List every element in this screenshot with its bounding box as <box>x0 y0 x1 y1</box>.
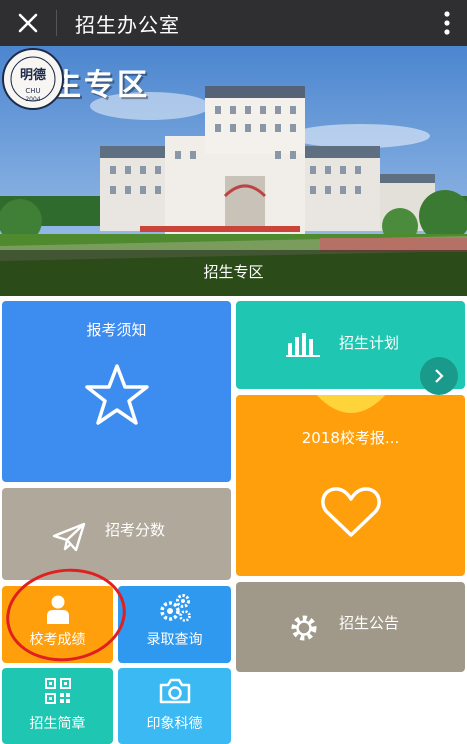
tile-admission-query[interactable]: 录取查询 <box>118 586 231 663</box>
tile-exam-notice-label: 报考须知 <box>86 321 147 339</box>
close-icon <box>18 13 38 33</box>
sun-decoration <box>316 395 386 413</box>
tile-impression-label: 印象科德 <box>146 716 203 732</box>
bar-chart-icon <box>286 333 320 357</box>
tile-score-line[interactable]: 招考分数 <box>2 488 231 580</box>
page-title: 招生办公室 <box>75 12 180 37</box>
more-button[interactable] <box>427 0 467 46</box>
tile-brochure[interactable]: 招生简章 <box>2 668 113 744</box>
qr-code-icon <box>45 678 71 704</box>
gear-icon <box>291 615 317 641</box>
close-button[interactable] <box>0 0 56 46</box>
heart-icon <box>321 487 381 537</box>
tile-announcement[interactable]: 招生公告 <box>236 582 465 672</box>
school-seal-logo: 明德 CHU 2004 <box>2 48 64 110</box>
banner-caption: 招生专区 <box>203 263 264 281</box>
tile-enroll-plan-label: 招生计划 <box>339 334 400 352</box>
gears-icon <box>160 594 191 622</box>
tile-score-line-label: 招考分数 <box>105 521 166 539</box>
top-bar: 招生办公室 <box>0 0 467 46</box>
tile-impression[interactable]: 印象科德 <box>118 668 231 744</box>
paper-plane-icon <box>52 522 86 552</box>
tile-brochure-label: 招生简章 <box>29 716 86 732</box>
more-vertical-icon <box>444 11 450 35</box>
tile-announcement-label: 招生公告 <box>339 614 400 632</box>
tile-exam-report[interactable]: 2018校考报... <box>236 395 465 576</box>
star-icon <box>85 364 149 425</box>
tile-exam-notice[interactable]: 报考须知 <box>2 301 231 482</box>
chevron-right-icon <box>435 369 444 383</box>
svg-text:CHU: CHU <box>25 87 40 95</box>
tile-exam-report-label: 2018校考报... <box>301 429 400 447</box>
camera-icon <box>159 678 191 704</box>
svg-text:明德: 明德 <box>20 67 46 83</box>
next-button[interactable] <box>420 357 458 395</box>
tile-admission-query-label: 录取查询 <box>146 632 203 648</box>
divider <box>56 10 57 36</box>
svg-text:2004: 2004 <box>25 96 40 103</box>
banner[interactable]: 招生专区 明德 CHU 2004 招生专区 <box>0 46 467 296</box>
